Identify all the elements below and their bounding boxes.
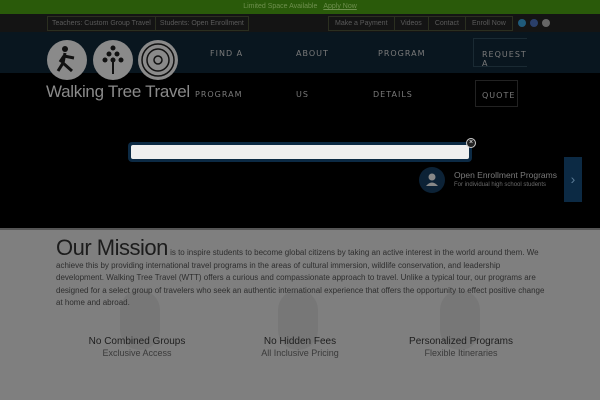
nav-label: PROGRAM: [195, 90, 243, 99]
feature-item: Personalized Programs Flexible Itinerarie…: [371, 336, 551, 358]
twitter-icon[interactable]: [518, 19, 526, 27]
nav-about[interactable]: ABOUT: [296, 49, 329, 58]
person-icon: [419, 167, 445, 193]
videos-link[interactable]: Videos: [395, 17, 429, 30]
announcement-bar: Limited Space Available Apply Now: [0, 0, 600, 14]
promo-subtitle: For individual high school students: [454, 182, 547, 188]
feature-subtitle: Exclusive Access: [102, 348, 172, 358]
apply-now-link[interactable]: Apply Now: [323, 3, 356, 10]
enroll-now-link[interactable]: Enroll Now: [466, 17, 512, 30]
nav-label: REQUEST A: [482, 50, 527, 68]
nav-program-details-2[interactable]: DETAILS: [373, 90, 413, 99]
nav-label: ABOUT: [296, 49, 329, 58]
request-quote-button[interactable]: REQUEST A: [473, 38, 527, 68]
feature-title: Personalized Programs: [409, 336, 513, 347]
contact-link[interactable]: Contact: [429, 17, 466, 30]
feature-subtitle: Flexible Itineraries: [424, 348, 498, 358]
modal-content: [131, 145, 469, 159]
top-bar: Teachers: Custom Group Travel Students: …: [0, 14, 600, 32]
promo-title[interactable]: Open Enrollment Programs: [454, 170, 557, 180]
next-slide-button[interactable]: ›: [564, 157, 582, 202]
close-icon[interactable]: ×: [466, 138, 476, 148]
mission-text: Our Mission is to inspire students to be…: [56, 237, 546, 310]
teachers-link[interactable]: Teachers: Custom Group Travel: [48, 17, 156, 30]
mission-section: Our Mission is to inspire students to be…: [0, 228, 600, 400]
feature-item: No Hidden Fees All Inclusive Pricing: [210, 336, 390, 358]
logo-text: Walking Tree Travel: [46, 82, 190, 101]
feature-title: No Combined Groups: [88, 336, 186, 347]
feature-item: No Combined Groups Exclusive Access: [47, 336, 227, 358]
nav-label: US: [296, 90, 309, 99]
walker-icon: [47, 40, 87, 80]
students-link[interactable]: Students: Open Enrollment: [156, 17, 248, 30]
feature-subtitle: All Inclusive Pricing: [261, 348, 339, 358]
feature-title: No Hidden Fees: [263, 336, 337, 347]
make-payment-link[interactable]: Make a Payment: [329, 17, 395, 30]
audience-links: Teachers: Custom Group Travel Students: …: [47, 16, 249, 31]
nav-label: FIND A: [210, 49, 244, 58]
nav-find-program-2[interactable]: PROGRAM: [195, 90, 243, 99]
nav-program-details[interactable]: PROGRAM: [378, 49, 426, 58]
instagram-icon[interactable]: [542, 19, 550, 27]
compass-icon: [138, 40, 178, 80]
request-quote-button-2[interactable]: QUOTE: [475, 80, 518, 107]
tree-icon: [93, 40, 133, 80]
utility-links: Make a Payment Videos Contact Enroll Now: [328, 16, 513, 31]
facebook-icon[interactable]: [530, 19, 538, 27]
nav-label: PROGRAM: [378, 49, 426, 58]
nav-about-2[interactable]: US: [296, 90, 309, 99]
nav-label: QUOTE: [482, 91, 516, 100]
nav-label: DETAILS: [373, 90, 413, 99]
announcement-text: Limited Space Available: [243, 3, 318, 10]
popup-modal: [128, 142, 472, 162]
mission-heading: Our Mission: [56, 235, 168, 260]
nav-find-program[interactable]: FIND A: [210, 49, 243, 58]
